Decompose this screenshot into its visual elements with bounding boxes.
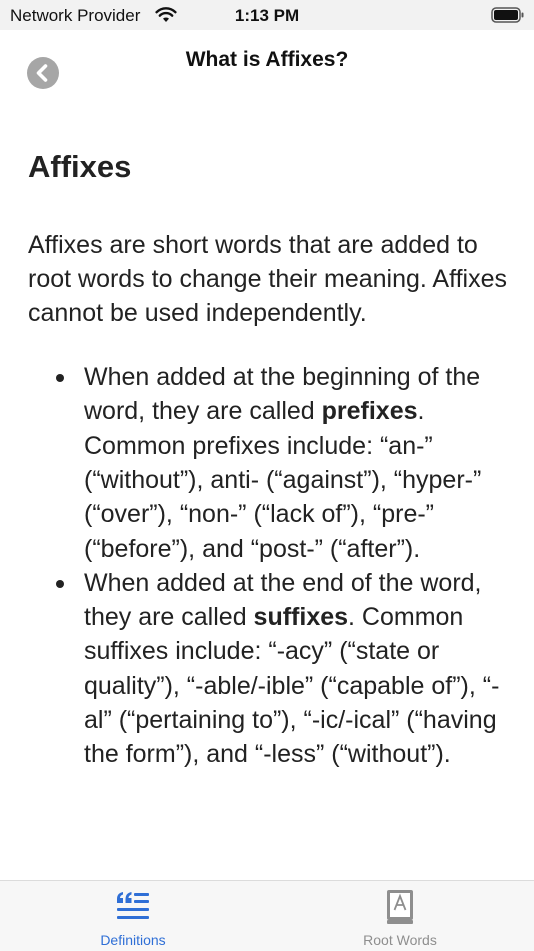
bullet-list: When added at the beginning of the word,… [28, 360, 508, 772]
tab-bar: Definitions Root Words [0, 880, 534, 951]
tab-definitions[interactable]: Definitions [33, 881, 233, 951]
navigation-header: What is Affixes? [0, 30, 534, 90]
bullet-bold-term: suffixes [253, 603, 349, 632]
page-title: What is Affixes? [185, 48, 349, 71]
tab-root-words-label: Root Words [363, 932, 437, 948]
book-icon [387, 890, 413, 924]
quote-list-icon [117, 892, 149, 919]
article-heading: Affixes [28, 149, 132, 184]
intro-paragraph: Affixes are short words that are added t… [28, 231, 507, 328]
tab-definitions-label: Definitions [100, 932, 166, 948]
list-item: When added at the beginning of the word,… [56, 360, 508, 566]
tab-root-words[interactable]: Root Words [300, 881, 500, 951]
article-content: Affixes Affixes are short words that are… [28, 149, 508, 772]
bullet-bold-term: prefixes [321, 397, 418, 426]
status-time: 1:13 PM [234, 6, 300, 25]
battery-icon [491, 7, 524, 23]
status-bar: Network Provider 1:13 PM [0, 0, 534, 30]
list-item: When added at the end of the word, they … [56, 566, 508, 772]
